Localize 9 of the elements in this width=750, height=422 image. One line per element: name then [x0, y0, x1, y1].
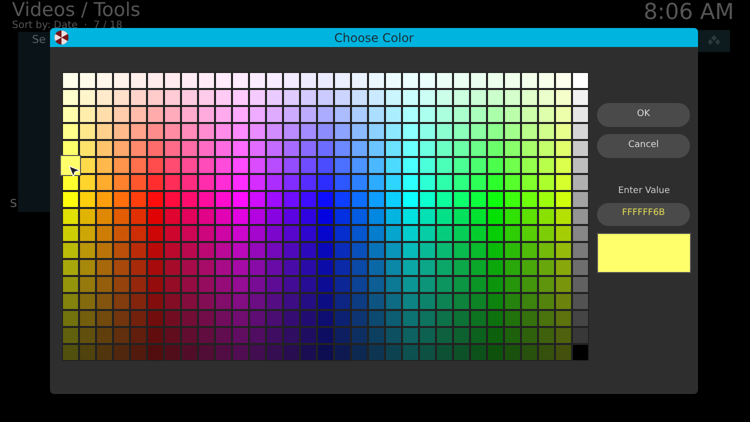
dialog-button[interactable]: OK [597, 103, 690, 127]
value-label: Enter Value [617, 185, 671, 198]
dialog-button[interactable]: Cancel [597, 134, 690, 158]
dialog-title: Choose Color [334, 30, 414, 46]
clock: 8:06 AM [644, 0, 734, 26]
background-button-label: Se [32, 32, 46, 48]
page-title: Videos / Tools [12, 0, 140, 20]
side-label: S [10, 196, 17, 212]
value-field[interactable]: FFFFFF6B [597, 202, 690, 226]
